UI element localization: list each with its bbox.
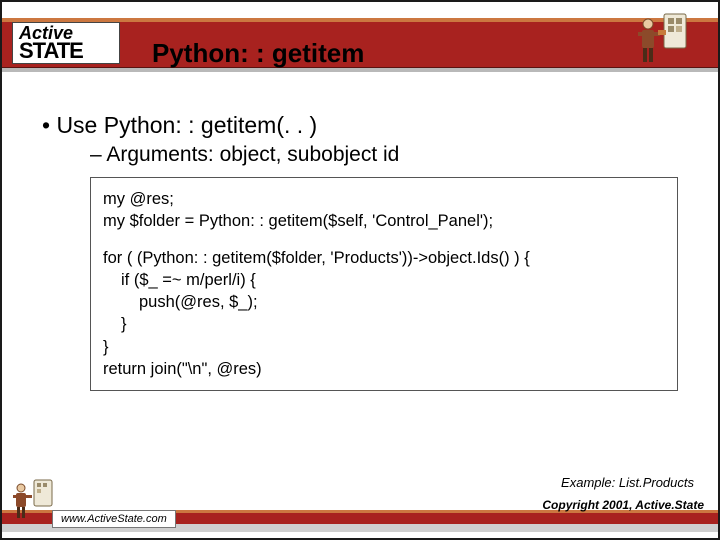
copyright-text: Copyright 2001, Active.State <box>542 498 704 512</box>
slide-content: • Use Python: : getitem(. . ) – Argument… <box>42 102 678 391</box>
bullet-sub: – Arguments: object, subobject id <box>90 143 678 167</box>
code-line: for ( (Python: : getitem($folder, 'Produ… <box>103 247 665 269</box>
code-line: my @res; <box>103 188 665 210</box>
code-line: return join("\n", @res) <box>103 358 665 380</box>
header-band: Active STATE Python: : getitem <box>2 18 718 72</box>
slide-frame: Active STATE Python: : getitem • Use Pyt… <box>0 0 720 540</box>
code-line: push(@res, $_); <box>103 291 665 313</box>
code-line: } <box>103 336 665 358</box>
code-line: if ($_ =~ m/perl/i) { <box>103 269 665 291</box>
logo-text-bottom: STATE <box>19 41 119 61</box>
code-box: my @res; my $folder = Python: : getitem(… <box>90 177 678 391</box>
person-small-illustration-icon <box>8 478 54 524</box>
code-line: } <box>103 313 665 335</box>
bullet-main: • Use Python: : getitem(. . ) <box>42 112 678 139</box>
slide-title: Python: : getitem <box>152 38 364 69</box>
activestate-logo: Active STATE <box>12 22 120 64</box>
example-label: Example: List.Products <box>561 475 694 490</box>
footer-url: www.ActiveState.com <box>52 510 176 528</box>
person-illustration-icon <box>628 10 688 70</box>
code-line: my $folder = Python: : getitem($self, 'C… <box>103 210 665 232</box>
